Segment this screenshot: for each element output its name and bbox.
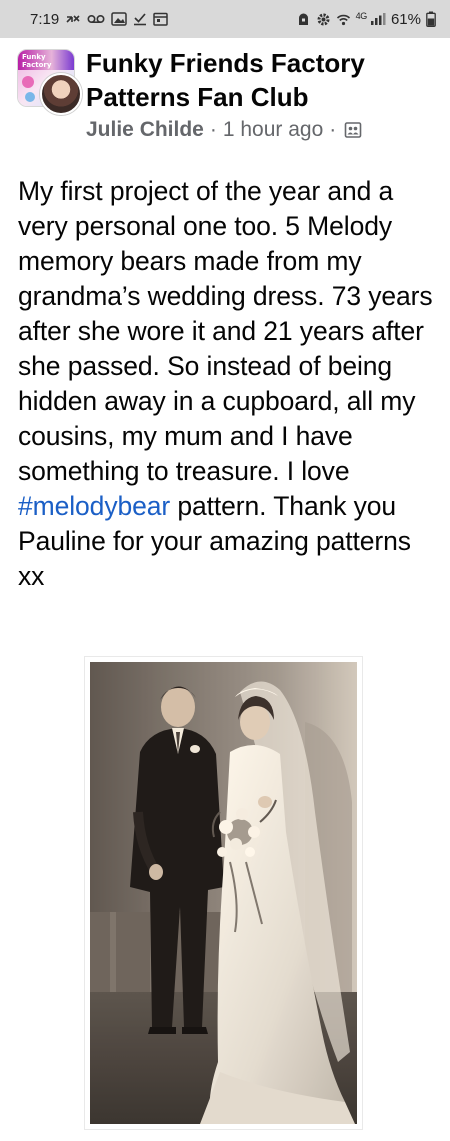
download-done-icon [133, 12, 147, 26]
meta-separator-2: · [329, 118, 337, 141]
post-text-body: My first project of the year and a very … [18, 176, 433, 486]
post-meta: Julie Childe · 1 hour ago · [86, 118, 362, 142]
voicemail-icon [87, 13, 105, 25]
network-type: 4G [355, 11, 368, 21]
signal-icon [370, 12, 386, 26]
battery-icon [426, 11, 436, 27]
author-name[interactable]: Julie Childe [86, 118, 204, 142]
calendar-icon [153, 12, 168, 26]
user-avatar[interactable] [40, 73, 82, 115]
members-icon [344, 121, 362, 139]
post-timestamp[interactable]: 1 hour ago [223, 118, 323, 142]
missed-call-icon [65, 12, 81, 26]
wedding-photo[interactable] [90, 662, 357, 1124]
gallery-icon [111, 12, 127, 26]
wifi-icon [336, 12, 351, 27]
post-photo[interactable] [85, 657, 362, 1129]
settings-icon [316, 12, 331, 27]
meta-separator: · [209, 118, 217, 141]
hashtag-link[interactable]: #melodybear [18, 491, 170, 521]
status-right: 4G 61% [296, 11, 436, 28]
status-time: 7:19 [30, 10, 60, 28]
post-header: Funky Factory Funky Friends Factory Patt… [0, 38, 450, 158]
battery-percent: 61% [390, 10, 421, 28]
status-left: 7:19 [30, 11, 168, 28]
status-bar: 7:19 4G 61% [0, 0, 450, 38]
group-name[interactable]: Funky Friends Factory Patterns Fan Club [86, 46, 426, 114]
alarm-icon [296, 12, 311, 27]
post-text: My first project of the year and a very … [18, 174, 438, 594]
